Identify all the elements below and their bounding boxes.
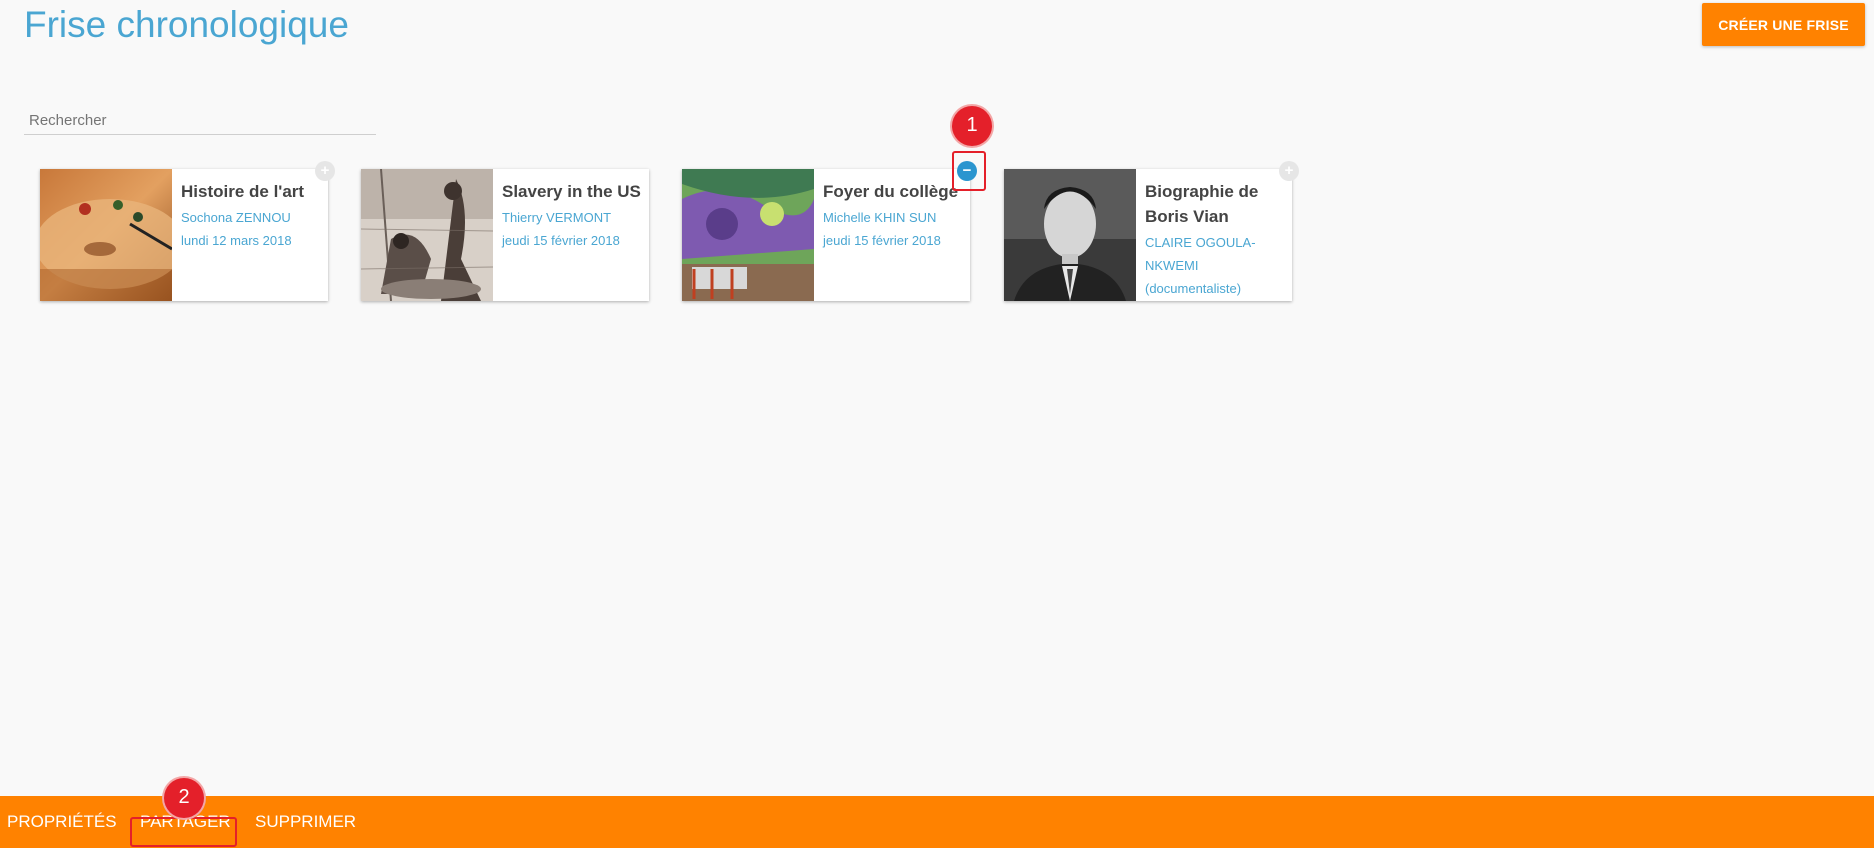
card-title: Biographie de Boris Vian xyxy=(1145,182,1259,226)
card-thumbnail-palette xyxy=(40,169,172,301)
card-author: Thierry VERMONT xyxy=(502,210,612,225)
card-date: lundi 12 mars 2018 xyxy=(181,233,292,248)
card-author: CLAIRE OGOULA-NKWEMI (documentaliste) xyxy=(1145,235,1256,296)
card-title: Slavery in the US xyxy=(502,182,641,201)
timeline-card-foyer[interactable]: Foyer du collège Michelle KHIN SUN jeudi… xyxy=(682,161,977,301)
timeline-card-histoire-art[interactable]: Histoire de l'art Sochona ZENNOU lundi 1… xyxy=(40,161,335,301)
timeline-card-boris-vian[interactable]: Biographie de Boris Vian CLAIRE OGOULA-N… xyxy=(1004,161,1299,301)
card-date: jeudi 15 février 2018 xyxy=(823,233,941,248)
annotation-number-2: 2 xyxy=(164,778,204,818)
card-author: Sochona ZENNOU xyxy=(181,210,291,225)
create-timeline-button[interactable]: CRÉER UNE FRISE xyxy=(1702,3,1865,46)
page-title: Frise chronologique xyxy=(24,4,349,45)
search-input[interactable] xyxy=(24,108,376,135)
bottom-action-bar: PROPRIÉTÉS PARTAGER SUPPRIMER xyxy=(0,796,1874,848)
annotation-number-1: 1 xyxy=(952,106,992,146)
select-plus-icon[interactable]: + xyxy=(1279,161,1299,181)
card-date: jeudi 15 février 2018 xyxy=(502,233,620,248)
properties-button[interactable]: PROPRIÉTÉS xyxy=(7,810,117,834)
card-thumbnail-portrait xyxy=(1004,169,1136,301)
timeline-card-slavery[interactable]: Slavery in the US Thierry VERMONT jeudi … xyxy=(361,169,649,301)
card-thumbnail-mural xyxy=(682,169,814,301)
annotation-highlight-1 xyxy=(952,151,986,191)
annotation-highlight-2 xyxy=(130,817,237,847)
card-thumbnail-engraving xyxy=(361,169,493,301)
card-author: Michelle KHIN SUN xyxy=(823,210,937,225)
card-title: Foyer du collège xyxy=(823,182,959,201)
delete-button[interactable]: SUPPRIMER xyxy=(255,810,356,834)
select-plus-icon[interactable]: + xyxy=(315,161,335,181)
card-title: Histoire de l'art xyxy=(181,182,305,201)
